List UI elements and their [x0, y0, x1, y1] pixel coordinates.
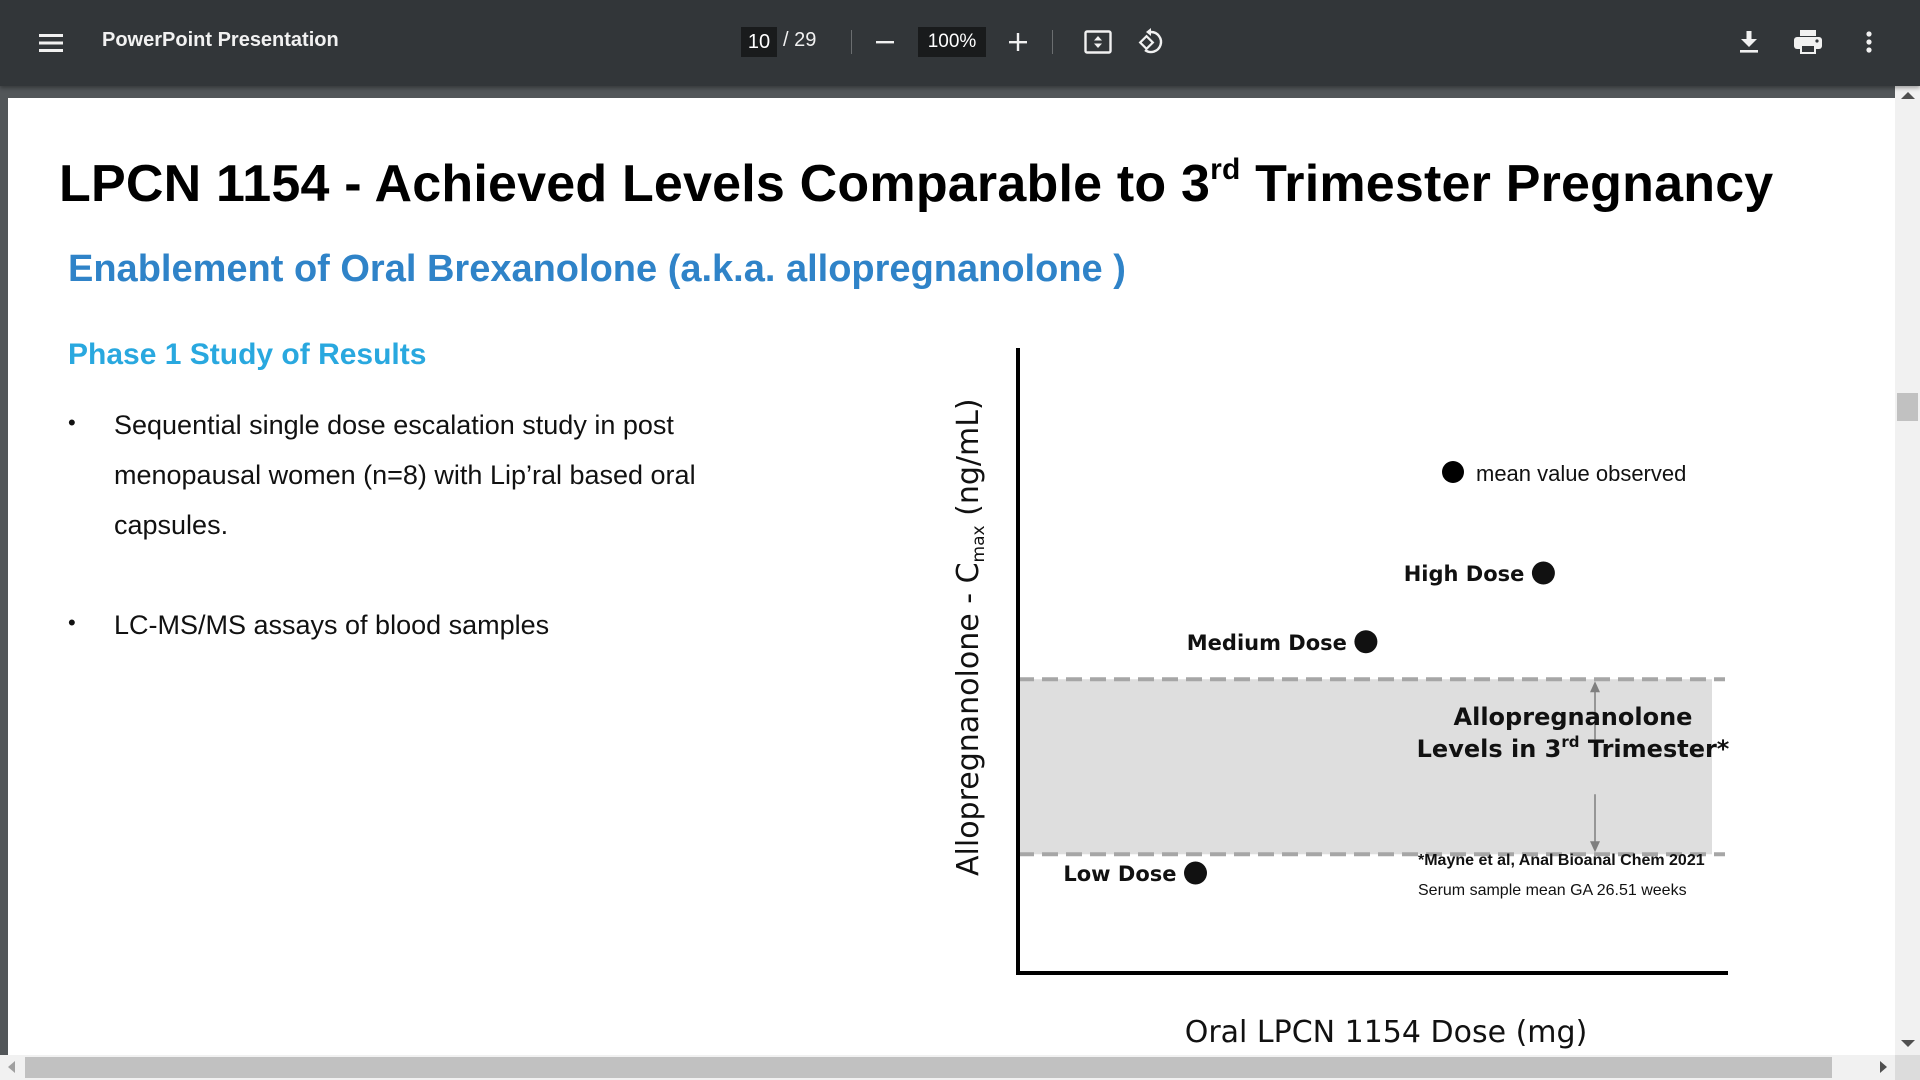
- download-button[interactable]: [1729, 22, 1769, 62]
- footnote-citation: *Mayne et al, Anal Bioanal Chem 2021: [1418, 852, 1705, 869]
- zoom-out-button[interactable]: [865, 22, 905, 62]
- data-point-group: Medium Dose: [1187, 630, 1378, 655]
- more-vertical-icon: [1866, 31, 1872, 53]
- footnote-sample: Serum sample mean GA 26.51 weeks: [1418, 882, 1687, 899]
- y-axis-label-subscript: max: [969, 525, 989, 562]
- fit-to-page-button[interactable]: [1078, 22, 1118, 62]
- data-point-label: Medium Dose: [1187, 631, 1347, 655]
- band-label-line2-main: Levels in 3: [1417, 735, 1562, 763]
- minus-icon: [876, 41, 894, 44]
- scroll-left-arrow-icon[interactable]: [8, 1061, 15, 1073]
- data-point: [1531, 561, 1555, 585]
- band-label-line2-sup: rd: [1561, 733, 1579, 751]
- hamburger-menu-icon: [39, 34, 63, 52]
- fit-to-page-icon: [1084, 30, 1112, 54]
- vertical-scrollbar-thumb[interactable]: [1897, 393, 1918, 421]
- scroll-right-arrow-icon[interactable]: [1880, 1061, 1887, 1073]
- print-button[interactable]: [1788, 22, 1828, 62]
- scroll-up-arrow-icon[interactable]: [1901, 92, 1915, 99]
- y-axis-label: Allopregnanolone - Cmax (ng/mL): [951, 398, 989, 876]
- pdf-toolbar: PowerPoint Presentation 10 / 29 100%: [0, 0, 1920, 86]
- toolbar-divider: [1052, 30, 1053, 54]
- page-total: / 29: [783, 29, 817, 51]
- band-label-line1: Allopregnanolone: [1454, 703, 1693, 731]
- vertical-scrollbar[interactable]: [1895, 86, 1920, 1055]
- more-actions-button[interactable]: [1849, 22, 1889, 62]
- rotate-button[interactable]: [1131, 22, 1171, 62]
- y-axis-label-units: (ng/mL): [951, 398, 986, 525]
- data-point-label: Low Dose: [1063, 862, 1176, 886]
- y-axis-label-main: Allopregnanolone - C: [951, 562, 986, 876]
- zoom-level-input[interactable]: 100%: [918, 27, 986, 57]
- legend-label: mean value observed: [1476, 461, 1686, 486]
- data-point-group: High Dose: [1404, 561, 1555, 586]
- x-axis-label: Oral LPCN 1154 Dose (mg): [1185, 1015, 1588, 1050]
- rotate-counterclockwise-icon: [1138, 28, 1163, 54]
- toolbar-divider: [851, 30, 852, 54]
- chart-legend: mean value observed: [1442, 461, 1686, 486]
- plus-icon: [1009, 33, 1027, 51]
- horizontal-scrollbar-thumb[interactable]: [25, 1057, 1832, 1078]
- data-point-group: Low Dose: [1063, 861, 1207, 886]
- scrollbar-corner: [1895, 1055, 1920, 1080]
- document-viewer: LPCN 1154 - Achieved Levels Comparable t…: [0, 86, 1895, 1055]
- legend-marker: [1442, 461, 1464, 483]
- scroll-down-arrow-icon[interactable]: [1901, 1040, 1915, 1047]
- print-icon: [1794, 30, 1822, 54]
- download-icon: [1740, 31, 1758, 53]
- data-point: [1354, 630, 1378, 654]
- data-point-label: High Dose: [1404, 562, 1525, 586]
- dose-response-chart: Allopregnanolone - Cmax (ng/mL) Oral LPC…: [951, 348, 1730, 1050]
- page-number-input[interactable]: 10: [741, 27, 777, 57]
- data-point: [1184, 861, 1207, 885]
- document-title: PowerPoint Presentation: [102, 29, 339, 51]
- horizontal-scrollbar[interactable]: [0, 1055, 1895, 1080]
- pdf-page: LPCN 1154 - Achieved Levels Comparable t…: [8, 98, 1895, 1055]
- zoom-in-button[interactable]: [998, 22, 1038, 62]
- band-label-line2-end: Trimester*: [1580, 735, 1730, 763]
- menu-button[interactable]: [30, 23, 72, 63]
